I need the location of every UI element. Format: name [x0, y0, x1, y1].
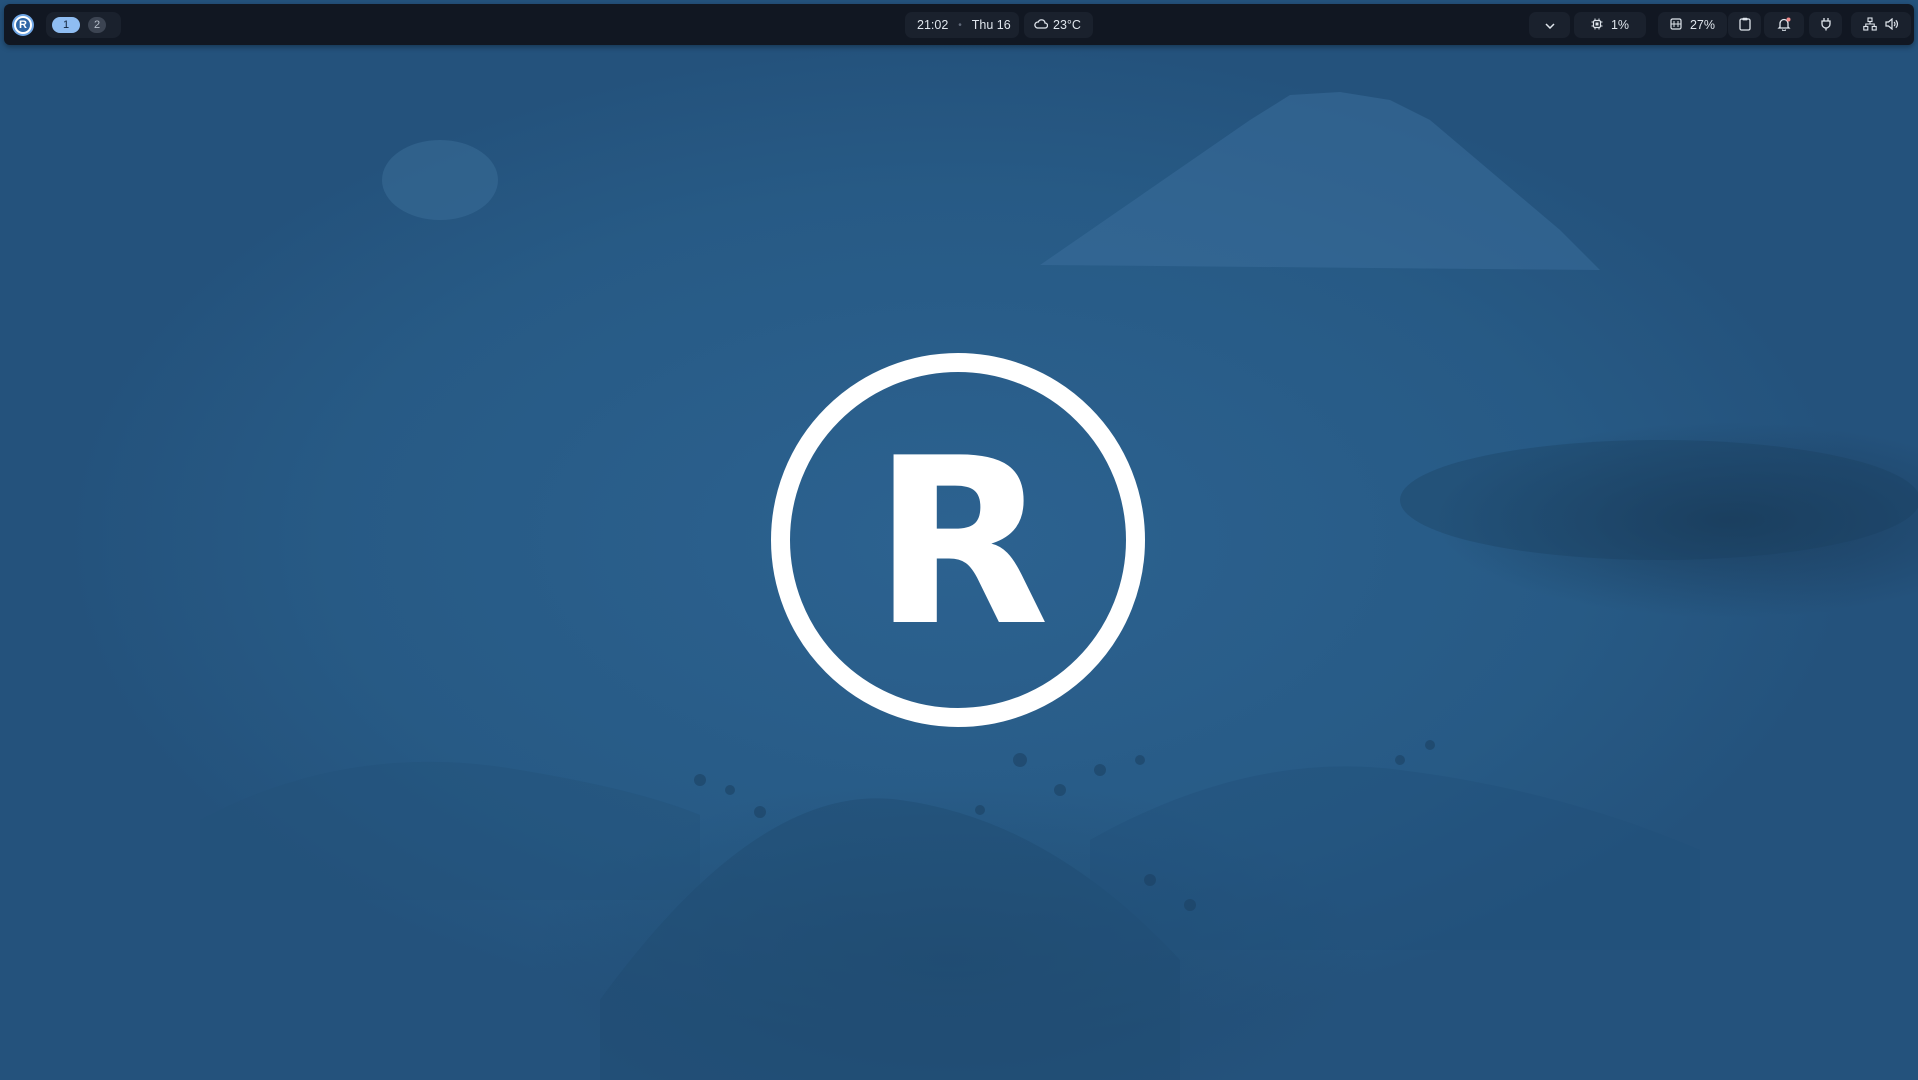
plug-icon — [1820, 17, 1832, 34]
clock-date: Thu 16 — [971, 18, 1011, 32]
memory-usage-widget[interactable]: 27% — [1658, 12, 1727, 38]
weather-temperature: 23°C — [1053, 18, 1081, 32]
chevron-down-icon — [1544, 18, 1555, 32]
notifications-button[interactable] — [1764, 12, 1804, 38]
cloud-icon — [1034, 18, 1049, 32]
launcher-logo-icon[interactable]: R — [12, 14, 34, 36]
top-bar: R 1 2 21:02 • Thu 16 23°C 1% 27% — [4, 4, 1914, 45]
cpu-usage-value: 1% — [1610, 18, 1630, 32]
launcher-logo-letter: R — [14, 16, 32, 34]
workspace-switcher: 1 2 — [46, 12, 121, 38]
weather-widget[interactable]: 23°C — [1024, 12, 1093, 38]
desktop-logo-letter: R — [872, 410, 1050, 677]
network-icon — [1863, 16, 1877, 34]
cpu-usage-widget[interactable]: 1% — [1574, 12, 1646, 38]
cpu-icon — [1591, 18, 1603, 33]
clock-widget[interactable]: 21:02 • Thu 16 — [905, 12, 1019, 38]
tray-expand-button[interactable] — [1529, 12, 1570, 38]
clipboard-icon — [1738, 17, 1751, 34]
memory-icon — [1670, 17, 1682, 33]
clock-time: 21:02 — [917, 18, 949, 32]
system-status-widget[interactable] — [1851, 12, 1911, 38]
desktop-logo-emblem: R — [771, 353, 1145, 727]
memory-usage-value: 27% — [1689, 18, 1716, 32]
workspace-2-button[interactable]: 2 — [88, 17, 106, 33]
clock-separator: • — [958, 19, 962, 31]
clipboard-button[interactable] — [1728, 12, 1761, 38]
bell-icon — [1777, 17, 1791, 34]
volume-icon — [1885, 17, 1899, 33]
workspace-1-button[interactable]: 1 — [52, 17, 80, 33]
power-button[interactable] — [1809, 12, 1842, 38]
